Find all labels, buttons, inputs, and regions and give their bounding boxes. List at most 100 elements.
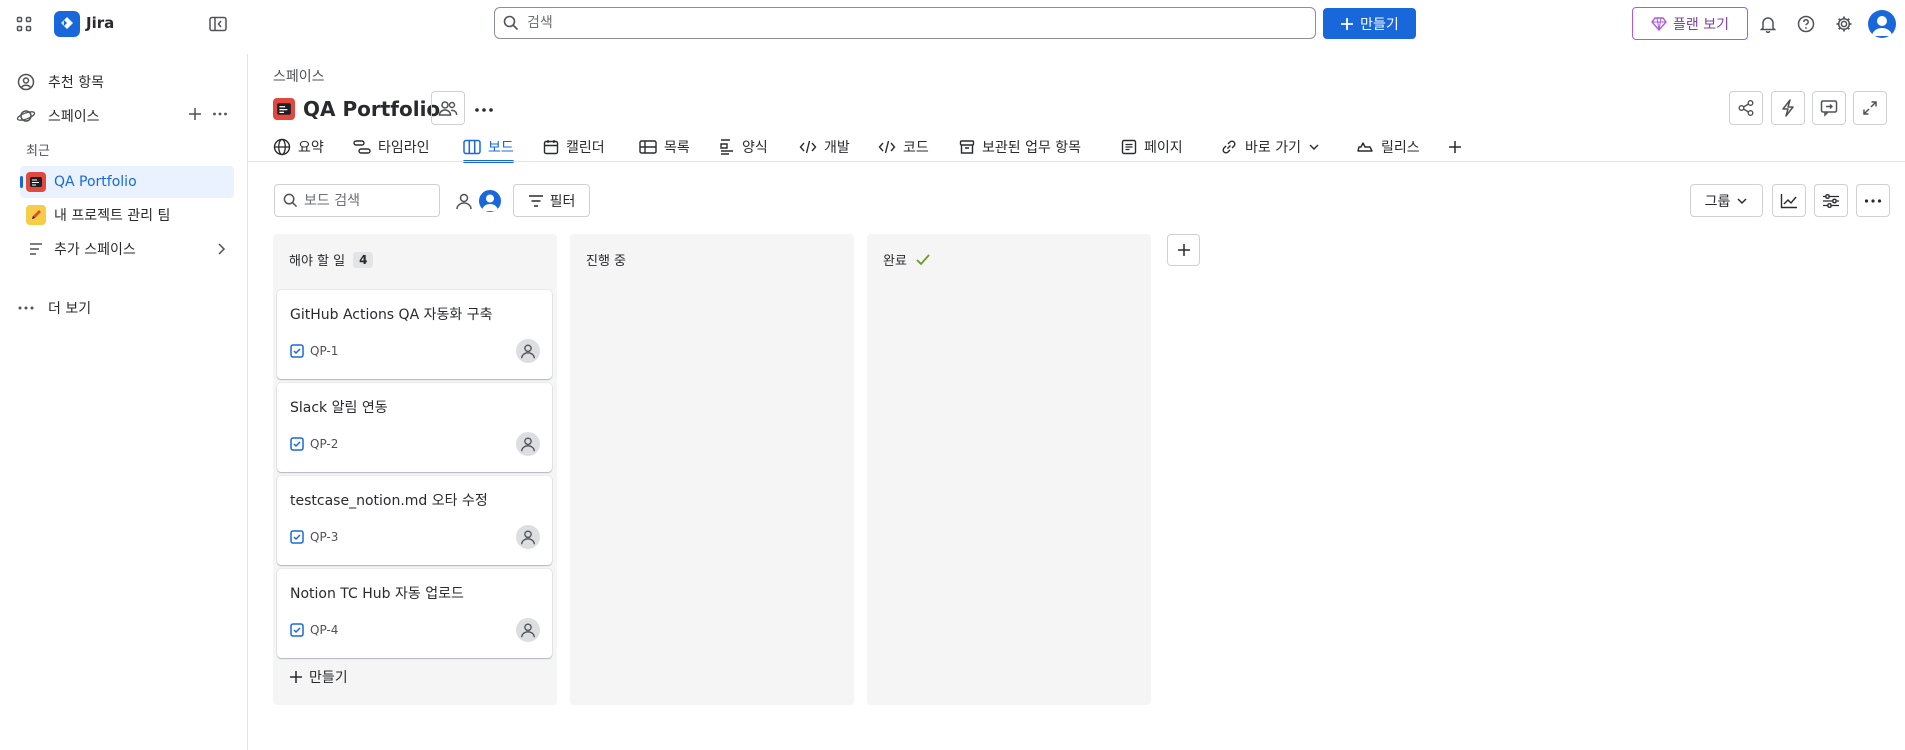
- project-more-icon[interactable]: [474, 96, 494, 120]
- timeline-icon: [353, 140, 371, 154]
- tab-form[interactable]: 양식: [719, 132, 768, 162]
- top-navigation: Jira 만들기 플랜 보기: [0, 0, 1905, 54]
- settings-gear-icon[interactable]: [1831, 11, 1857, 37]
- tab-summary[interactable]: 요약: [273, 132, 324, 162]
- team-people-icon[interactable]: [431, 91, 465, 125]
- link-icon: [1222, 140, 1236, 154]
- sidebar-item-more[interactable]: 더 보기: [10, 292, 234, 324]
- board-icon: [463, 139, 481, 155]
- global-search[interactable]: [494, 7, 1316, 39]
- create-issue-button[interactable]: 만들기: [289, 667, 348, 687]
- column-header[interactable]: 진행 중: [586, 250, 626, 269]
- board-search-input[interactable]: [304, 192, 434, 209]
- tab-archived-items[interactable]: 보관된 업무 항목: [959, 132, 1081, 162]
- view-plans-button[interactable]: 플랜 보기: [1632, 7, 1748, 40]
- tab-board[interactable]: 보드: [463, 132, 514, 163]
- tab-code[interactable]: 코드: [878, 132, 929, 162]
- chevron-down-icon[interactable]: [1308, 141, 1320, 153]
- column-header[interactable]: 완료: [883, 250, 931, 269]
- tabs-divider: [248, 161, 1905, 162]
- code-icon: [878, 140, 896, 154]
- app-switcher-icon[interactable]: [12, 12, 36, 36]
- board-column-in-progress: 진행 중: [570, 234, 854, 705]
- issue-card[interactable]: Slack 알림 연동 QP-2: [277, 383, 552, 472]
- chevron-down-icon: [1737, 197, 1747, 204]
- sidebar-item-label: QA Portfolio: [54, 174, 137, 190]
- group-by-dropdown[interactable]: 그룹: [1690, 184, 1763, 217]
- tab-label: 보드: [488, 140, 514, 156]
- archive-icon: [959, 140, 975, 154]
- tab-label: 보관된 업무 항목: [982, 140, 1082, 156]
- list-icon: [639, 140, 657, 154]
- tab-pages[interactable]: 페이지: [1121, 132, 1183, 162]
- chevron-right-icon[interactable]: [216, 242, 226, 260]
- issue-card[interactable]: testcase_notion.md 오타 수정 QP-3: [277, 476, 552, 565]
- tab-list[interactable]: 목록: [639, 132, 690, 162]
- card-key-row: QP-2: [290, 437, 338, 451]
- tab-label: 요약: [298, 140, 324, 156]
- issue-key[interactable]: QP-3: [310, 530, 338, 544]
- notifications-bell-icon[interactable]: [1755, 11, 1781, 37]
- tab-label: 페이지: [1144, 140, 1183, 156]
- more-dots-icon: [12, 301, 40, 315]
- tab-development[interactable]: 개발: [799, 132, 850, 162]
- user-filter-avatar[interactable]: [477, 188, 503, 214]
- app-name[interactable]: Jira: [86, 14, 114, 32]
- assignee-avatar[interactable]: [516, 618, 540, 642]
- sidebar-item-more-spaces[interactable]: 추가 스페이스: [20, 233, 234, 265]
- board-more-icon[interactable]: [1856, 184, 1890, 217]
- board-column-todo: 해야 할 일 4 GitHub Actions QA 자동화 구축 QP-1 S…: [273, 234, 557, 705]
- sidebar-item-qa-portfolio[interactable]: QA Portfolio: [20, 166, 234, 198]
- issue-key[interactable]: QP-1: [310, 344, 338, 358]
- tab-calendar[interactable]: 캘린더: [543, 132, 605, 162]
- search-input[interactable]: [527, 15, 1287, 31]
- calendar-icon: [543, 140, 559, 155]
- add-space-plus-icon[interactable]: [188, 106, 202, 125]
- spaces-more-icon[interactable]: [212, 106, 228, 125]
- column-header[interactable]: 해야 할 일 4: [289, 250, 374, 269]
- tab-label: 개발: [824, 140, 850, 156]
- jira-logo-icon[interactable]: [54, 11, 80, 37]
- column-count-badge: 4: [353, 251, 374, 268]
- add-column-plus-icon[interactable]: [1167, 234, 1200, 266]
- issue-card[interactable]: GitHub Actions QA 자동화 구축 QP-1: [277, 290, 552, 379]
- plus-icon: [290, 671, 302, 683]
- assignee-avatar[interactable]: [516, 432, 540, 456]
- insights-chart-icon[interactable]: [1772, 184, 1806, 217]
- issue-card[interactable]: Notion TC Hub 자동 업로드 QP-4: [277, 569, 552, 658]
- sidebar-item-spaces[interactable]: 스페이스: [10, 100, 234, 132]
- project-icon: [22, 205, 50, 225]
- page-title-row: QA Portfolio: [273, 94, 440, 124]
- card-key-row: QP-1: [290, 344, 338, 358]
- tab-label: 목록: [664, 140, 690, 156]
- help-icon[interactable]: [1793, 11, 1819, 37]
- board-search[interactable]: [274, 184, 440, 217]
- fullscreen-expand-icon[interactable]: [1853, 91, 1887, 125]
- collapse-sidebar-icon[interactable]: [206, 12, 230, 36]
- assignee-avatar[interactable]: [516, 525, 540, 549]
- assignee-avatar[interactable]: [516, 339, 540, 363]
- tab-shortcuts[interactable]: 바로 가기: [1220, 132, 1320, 162]
- card-title: Slack 알림 연동: [290, 400, 388, 416]
- sidebar-item-recommended[interactable]: 추천 항목: [10, 66, 234, 98]
- breadcrumb[interactable]: 스페이스: [273, 66, 325, 86]
- sidebar-item-my-project-team[interactable]: 내 프로젝트 관리 팀: [20, 199, 234, 231]
- view-settings-sliders-icon[interactable]: [1814, 184, 1848, 217]
- unassigned-filter-avatar[interactable]: [452, 189, 476, 213]
- column-title: 완료: [883, 254, 907, 269]
- user-avatar[interactable]: [1868, 10, 1896, 38]
- share-icon[interactable]: [1729, 91, 1763, 125]
- issue-key[interactable]: QP-4: [310, 623, 338, 637]
- tab-releases[interactable]: 릴리스: [1356, 132, 1420, 162]
- filter-button[interactable]: 필터: [513, 184, 590, 217]
- create-button[interactable]: 만들기: [1323, 8, 1416, 39]
- feedback-icon[interactable]: [1812, 91, 1846, 125]
- add-tab-plus-icon[interactable]: [1447, 132, 1463, 162]
- planet-icon: [12, 108, 40, 124]
- tab-timeline[interactable]: 타임라인: [353, 132, 430, 162]
- search-icon: [283, 193, 298, 208]
- page-title: QA Portfolio: [303, 97, 441, 121]
- card-title: GitHub Actions QA 자동화 구축: [290, 307, 493, 323]
- automation-lightning-icon[interactable]: [1771, 91, 1805, 125]
- issue-key[interactable]: QP-2: [310, 437, 338, 451]
